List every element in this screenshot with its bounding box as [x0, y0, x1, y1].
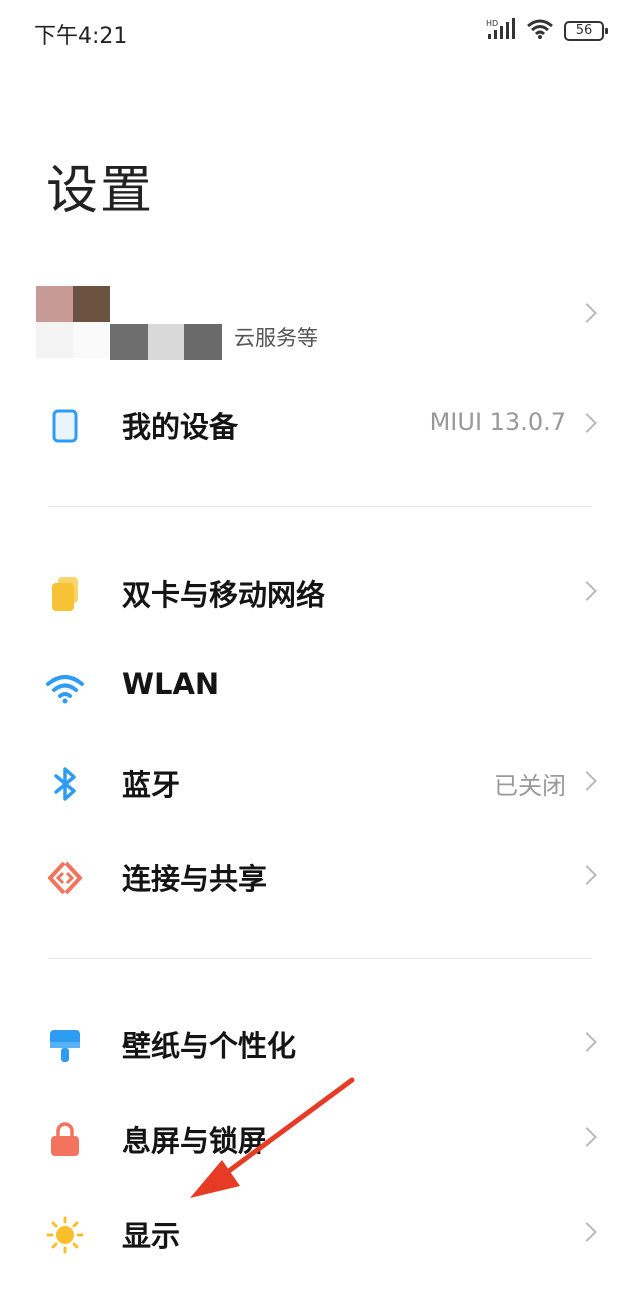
sim-cards-icon: [46, 575, 84, 613]
item-value: 已关闭: [494, 772, 566, 800]
status-bar: 下午4:21 HD 56: [0, 0, 640, 64]
chevron-right-icon: [577, 1127, 597, 1147]
battery-indicator: 56: [564, 21, 608, 41]
status-icons: HD 56: [486, 18, 608, 44]
settings-item-lockscreen[interactable]: 息屏与锁屏: [0, 1092, 640, 1182]
chevron-right-icon: [577, 865, 597, 885]
item-label: 双卡与移动网络: [122, 578, 326, 612]
account-name-redacted: [110, 324, 230, 360]
item-value: MIUI 13.0.7: [429, 408, 566, 436]
lock-icon: [46, 1121, 84, 1159]
item-label: 显示: [122, 1219, 181, 1253]
item-label: 息屏与锁屏: [122, 1124, 268, 1158]
account-subtitle: 云服务等: [234, 326, 318, 350]
account-row[interactable]: 云服务等: [0, 276, 640, 376]
settings-item-sim[interactable]: 双卡与移动网络: [0, 546, 640, 636]
settings-item-wallpaper[interactable]: 壁纸与个性化: [0, 997, 640, 1087]
chevron-right-icon: [577, 1222, 597, 1242]
wifi-status-icon: [526, 18, 554, 44]
item-label: 连接与共享: [122, 862, 268, 896]
brush-icon: [46, 1026, 84, 1064]
divider: [48, 958, 592, 959]
status-time: 下午4:21: [34, 24, 128, 49]
settings-item-my-device[interactable]: 我的设备 MIUI 13.0.7: [0, 378, 640, 468]
connection-share-icon: [46, 859, 84, 897]
item-label: WLAN: [122, 667, 220, 701]
settings-item-display[interactable]: 显示: [0, 1187, 640, 1277]
chevron-right-icon: [577, 303, 597, 323]
avatar: [36, 286, 110, 358]
item-label: 我的设备: [122, 410, 239, 444]
tablet-icon: [46, 407, 84, 445]
bluetooth-icon: [46, 765, 84, 803]
chevron-right-icon: [577, 581, 597, 601]
chevron-right-icon: [577, 771, 597, 791]
wifi-icon: [46, 670, 84, 708]
svg-text:HD: HD: [486, 19, 498, 28]
item-label: 壁纸与个性化: [122, 1029, 297, 1063]
settings-item-wlan[interactable]: WLAN: [0, 641, 640, 731]
page-title: 设置: [46, 161, 155, 221]
chevron-right-icon: [577, 413, 597, 433]
settings-item-bluetooth[interactable]: 蓝牙 已关闭: [0, 736, 640, 826]
sun-icon: [46, 1216, 84, 1254]
cellular-signal-icon: HD: [486, 18, 516, 44]
divider: [48, 506, 592, 507]
item-label: 蓝牙: [122, 768, 181, 802]
chevron-right-icon: [577, 1032, 597, 1052]
settings-item-connection[interactable]: 连接与共享: [0, 830, 640, 920]
